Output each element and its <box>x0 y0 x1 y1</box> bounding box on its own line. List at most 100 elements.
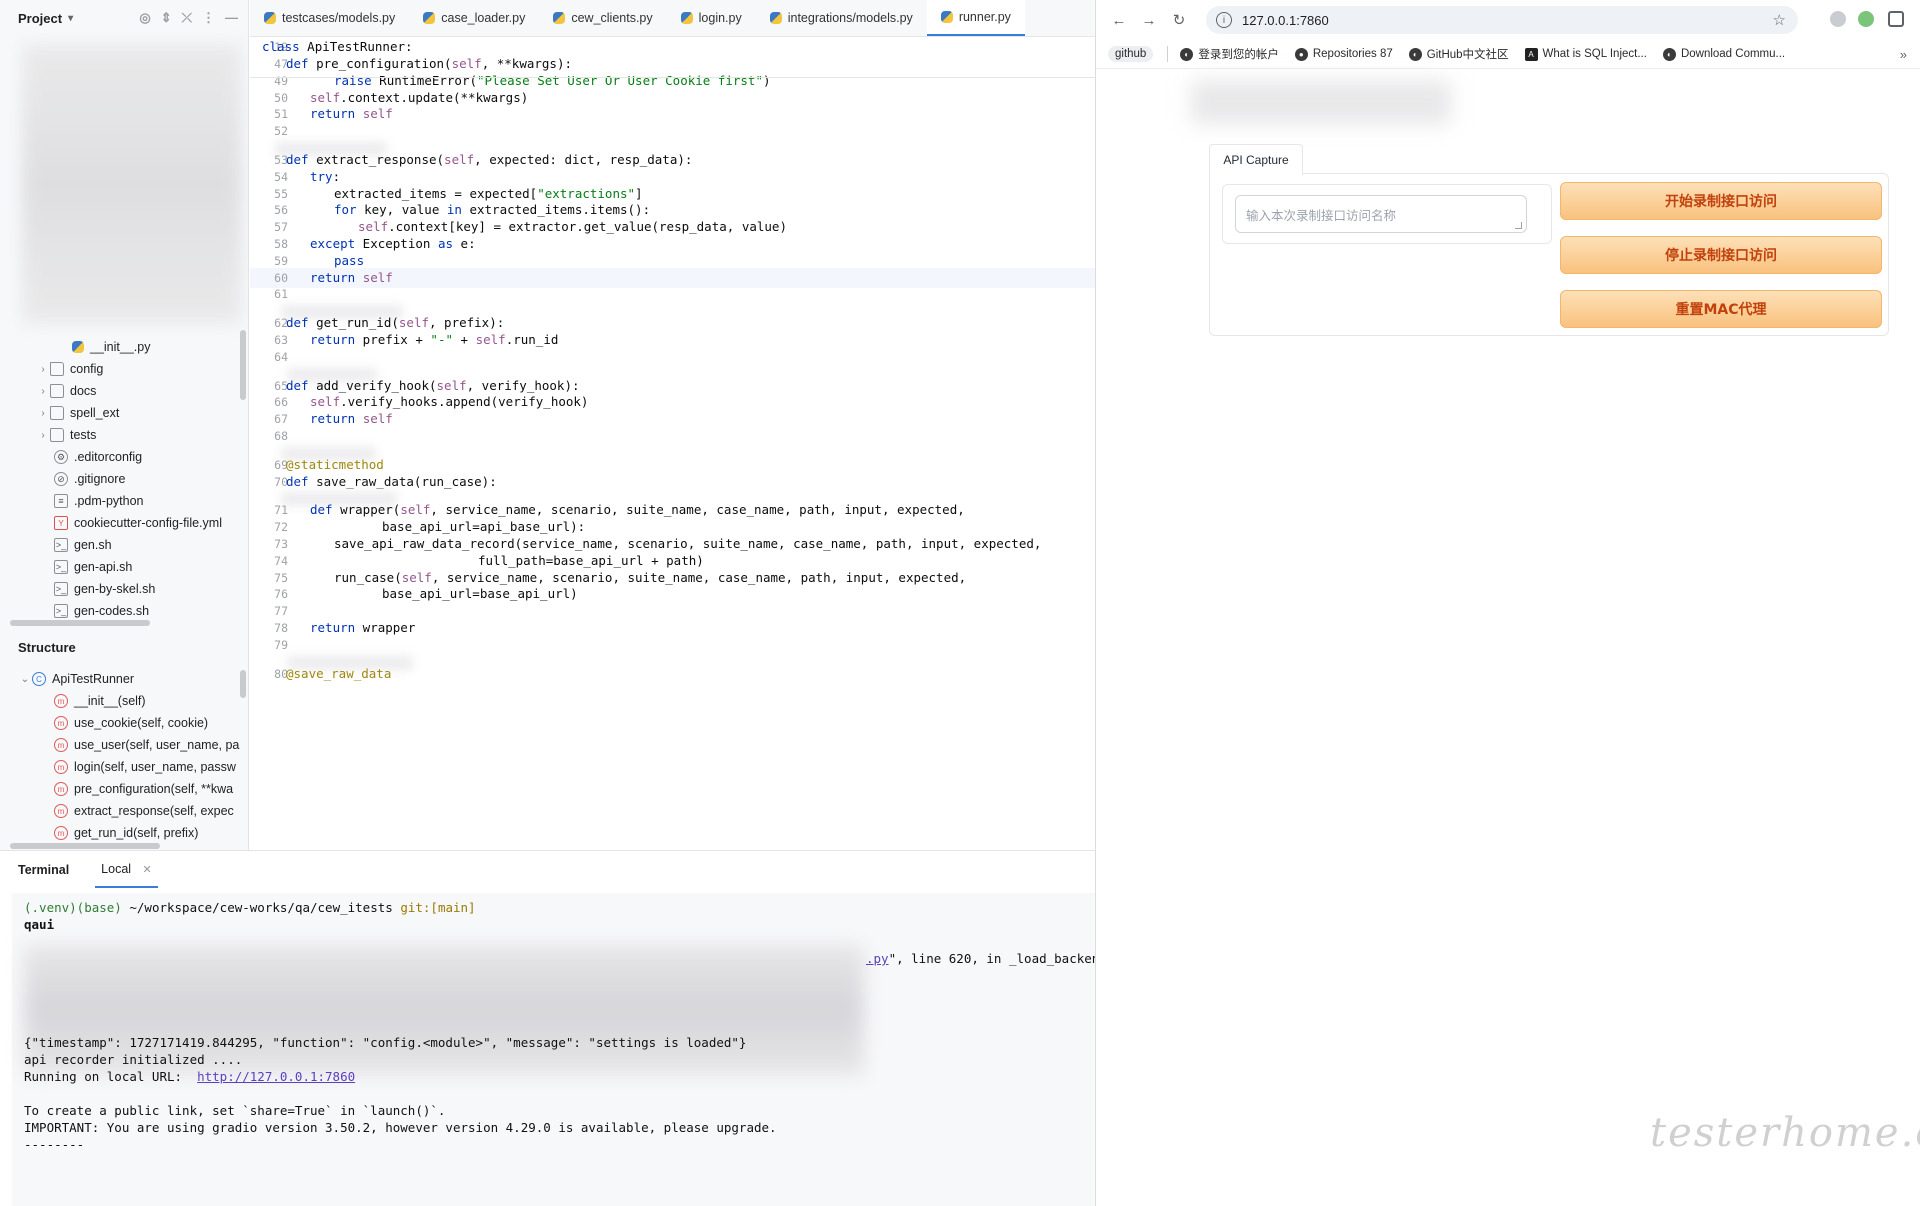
bookmark-item[interactable]: ◐ GitHub中文社区 <box>1408 46 1509 62</box>
project-scrollbar[interactable] <box>240 330 246 400</box>
project-h-scrollbar[interactable] <box>10 620 150 626</box>
more-options-icon[interactable]: ⋮ <box>202 10 215 26</box>
tree-item[interactable]: ≡ .pdm-python <box>54 490 143 512</box>
chevron-down-icon[interactable]: ⌄ <box>18 674 32 685</box>
api-capture-panel: API Capture 输入本次录制接口访问名称 开始录制接口访问 停止录制接口… <box>1209 144 1889 336</box>
address-bar[interactable]: i 127.0.0.1:7860 ☆ <box>1206 6 1798 34</box>
structure-item[interactable]: m pre_configuration(self, **kwa <box>54 778 233 800</box>
bookmark-item[interactable]: ● Repositories 87 <box>1294 47 1393 61</box>
input-container: 输入本次录制接口访问名称 <box>1222 184 1552 244</box>
structure-item[interactable]: m login(self, user_name, passw <box>54 756 236 778</box>
globe-icon: ◐ <box>1408 47 1422 61</box>
tree-item[interactable]: › spell_ext <box>36 402 119 424</box>
tree-item[interactable]: › config <box>36 358 103 380</box>
profile-icon[interactable] <box>1830 11 1846 27</box>
prompt-path: ~/workspace/cew-works/qa/cew_itests <box>129 900 393 915</box>
shell-file-icon: >_ <box>54 560 68 574</box>
structure-item[interactable]: m use_cookie(self, cookie) <box>54 712 208 734</box>
back-icon[interactable]: ← <box>1104 12 1134 29</box>
chevron-right-icon[interactable]: › <box>36 430 50 441</box>
editor-tab[interactable]: runner.py <box>926 0 1025 36</box>
terminal-output[interactable]: (.venv)(base) ~/workspace/cew-works/qa/c… <box>12 893 1095 1206</box>
structure-scrollbar[interactable] <box>240 670 246 698</box>
editor-tab[interactable]: login.py <box>667 0 756 36</box>
bookmark-item[interactable]: ◐ 登录到您的帐户 <box>1180 46 1279 62</box>
a-logo-icon: A <box>1524 47 1538 61</box>
recorder-init-line: api recorder initialized .... <box>24 1052 243 1067</box>
forward-icon[interactable]: → <box>1134 12 1164 29</box>
puzzle-extensions-icon[interactable] <box>1888 11 1904 27</box>
record-name-input[interactable]: 输入本次录制接口访问名称 <box>1235 195 1527 233</box>
start-recording-button[interactable]: 开始录制接口访问 <box>1560 182 1882 220</box>
tree-item[interactable]: >_ gen-codes.sh <box>54 600 149 622</box>
tree-item[interactable]: ⚙ .editorconfig <box>54 446 142 468</box>
tree-item[interactable]: >_ gen-by-skel.sh <box>54 578 155 600</box>
structure-item[interactable]: m use_user(self, user_name, pa <box>54 734 239 756</box>
bookmark-star-icon[interactable]: ☆ <box>1773 11 1786 29</box>
tree-item-label: .gitignore <box>74 472 126 486</box>
reload-icon[interactable]: ↻ <box>1164 11 1194 29</box>
structure-item[interactable]: m __init__(self) <box>54 690 146 712</box>
tree-item[interactable]: › docs <box>36 380 96 402</box>
close-icon[interactable]: ✕ <box>143 864 152 876</box>
resize-handle-icon[interactable] <box>1515 222 1522 229</box>
structure-h-scrollbar[interactable] <box>10 843 160 849</box>
api-capture-content: 输入本次录制接口访问名称 开始录制接口访问 停止录制接口访问 重置MAC代理 <box>1209 173 1889 336</box>
shell-file-icon: >_ <box>54 604 68 618</box>
more-bookmarks-icon[interactable]: » <box>1900 47 1907 62</box>
code-line: 80 @save_raw_data <box>250 664 1095 684</box>
shell-file-icon: >_ <box>54 582 68 596</box>
bookmark-item[interactable]: A What is SQL Inject... <box>1524 47 1647 61</box>
log-json-line: {"timestamp": 1727171419.844295, "functi… <box>24 1035 747 1050</box>
traceback-tail: .py", line 620, in _load_backend_ <box>866 950 1095 967</box>
tree-item-label: docs <box>70 384 97 398</box>
chevron-right-icon[interactable]: › <box>36 386 50 397</box>
tree-item-label: __init__.py <box>90 340 151 354</box>
terminal-prompt-line: (.venv)(base) ~/workspace/cew-works/qa/c… <box>24 899 476 916</box>
expand-all-icon[interactable]: ⇕ <box>161 10 172 26</box>
project-panel-header[interactable]: Project ▾ ◎ ⇕ ⤫ ⋮ — <box>0 0 248 36</box>
code-editor[interactable]: 19 class ApiTestRunner: 47 def pre_configur… <box>250 37 1095 850</box>
local-url-link[interactable]: http://127.0.0.1:7860 <box>197 1069 355 1084</box>
record-name-placeholder: 输入本次录制接口访问名称 <box>1246 207 1397 223</box>
locate-icon[interactable]: ◎ <box>139 10 150 26</box>
editor-tab-label: login.py <box>698 11 742 25</box>
bookmark-item[interactable]: ◐ Download Commu... <box>1662 47 1785 61</box>
tree-item[interactable]: ⊘ .gitignore <box>54 468 125 490</box>
traceback-file-link[interactable]: .py <box>866 951 889 966</box>
watermark: testerhome.com <box>1650 1110 1920 1156</box>
stop-recording-button[interactable]: 停止录制接口访问 <box>1560 236 1882 274</box>
structure-item[interactable]: ⌄ C ApiTestRunner <box>18 668 134 690</box>
tree-item[interactable]: › tests <box>36 424 96 446</box>
site-info-icon[interactable]: i <box>1216 12 1232 28</box>
editor-tab[interactable]: case_loader.py <box>409 0 539 36</box>
editor-tab[interactable]: testcases/models.py <box>250 0 409 36</box>
settings-file-icon: ⚙ <box>54 450 68 464</box>
editor-tab[interactable]: integrations/models.py <box>756 0 927 36</box>
terminal-tab-local[interactable]: Local ✕ <box>95 852 158 888</box>
chevron-right-icon[interactable]: › <box>36 364 50 375</box>
chevron-right-icon[interactable]: › <box>36 408 50 419</box>
extension-icon[interactable] <box>1858 11 1874 27</box>
structure-item[interactable]: m get_run_id(self, prefix) <box>54 822 198 844</box>
sticky-header-separator <box>250 77 1095 78</box>
tree-item-label: gen.sh <box>74 538 112 552</box>
tree-item[interactable]: Ycookiecutter-config-file.yml <box>54 512 222 534</box>
reset-mac-proxy-button[interactable]: 重置MAC代理 <box>1560 290 1882 328</box>
tree-item[interactable]: >_ gen.sh <box>54 534 112 556</box>
editor-tab[interactable]: cew_clients.py <box>539 0 666 36</box>
structure-title: Structure <box>18 640 76 655</box>
chevron-down-icon[interactable]: ▾ <box>68 13 73 24</box>
globe-icon: ◐ <box>1662 47 1676 61</box>
bookmark-label: 登录到您的帐户 <box>1198 49 1279 61</box>
hide-panel-icon[interactable]: — <box>225 10 238 26</box>
tab-api-capture[interactable]: API Capture <box>1209 144 1303 175</box>
terminal-command: qaui <box>24 917 55 932</box>
editor-tab-label: testcases/models.py <box>282 11 396 25</box>
collapse-all-icon[interactable]: ⤫ <box>182 10 192 26</box>
tree-item[interactable]: __init__.py <box>72 336 150 358</box>
structure-item[interactable]: m extract_response(self, expec <box>54 800 234 822</box>
bookmark-folder-github[interactable]: github <box>1108 46 1154 62</box>
tree-item[interactable]: >_ gen-api.sh <box>54 556 132 578</box>
running-url-line: Running on local URL: http://127.0.0.1:7… <box>24 1068 355 1085</box>
